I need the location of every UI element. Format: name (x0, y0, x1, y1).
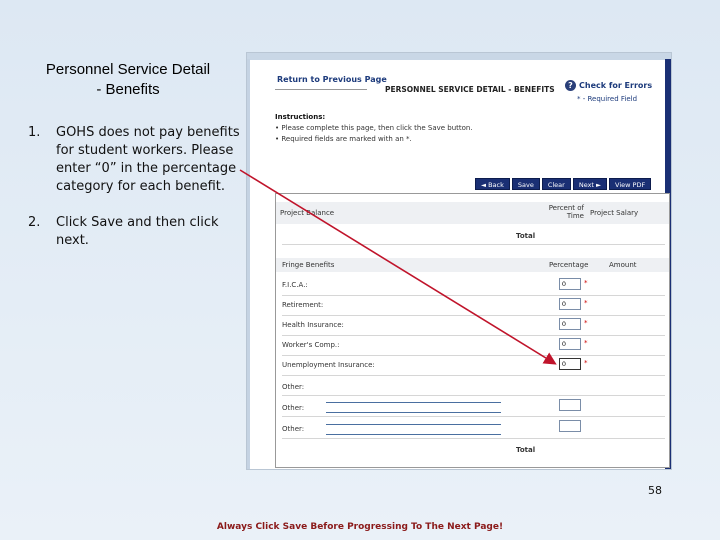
page-number: 58 (648, 484, 662, 497)
pointer-arrow (239, 169, 557, 365)
arrow-line (239, 169, 557, 365)
footer-note: Always Click Save Before Progressing To … (216, 522, 504, 532)
